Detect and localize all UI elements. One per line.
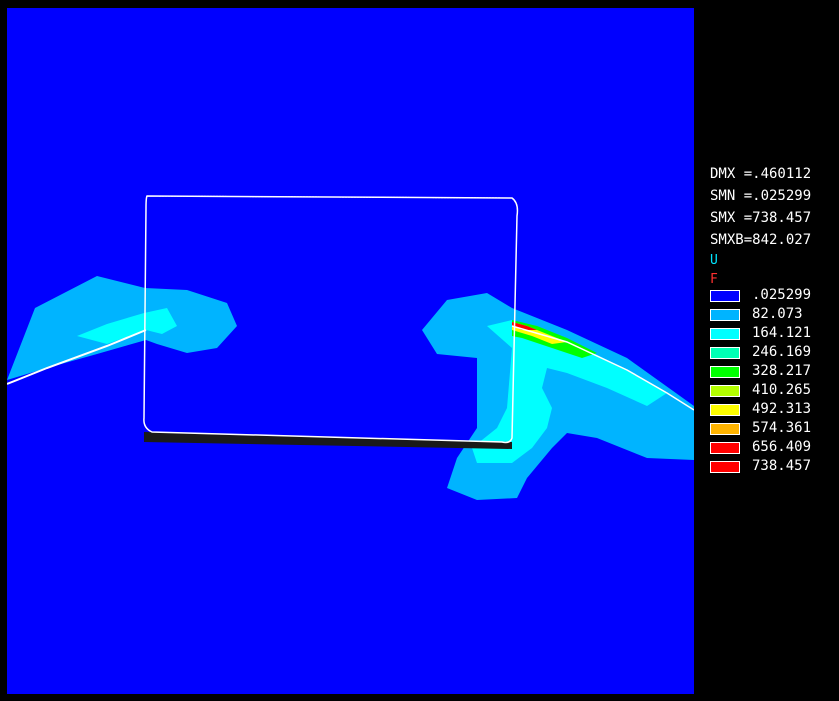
boundary-tag-u: U (710, 253, 718, 268)
legend-swatch (710, 442, 740, 454)
legend-swatch (710, 423, 740, 435)
legend-value: 164.121 (752, 325, 812, 341)
plot-viewport[interactable] (7, 8, 694, 694)
boundary-tag-f: F (710, 272, 718, 287)
legend-row: 410.265 (710, 382, 838, 400)
info-panel: DMX =.460112 SMN =.025299 SMX =738.457 S… (700, 8, 839, 694)
legend-row: 492.313 (710, 401, 838, 419)
legend-swatch (710, 461, 740, 473)
stat-smn: SMN =.025299 (710, 188, 812, 204)
legend-value: 328.217 (752, 363, 812, 379)
legend-value: 82.073 (752, 306, 803, 322)
legend-row: 738.457 (710, 458, 838, 476)
stat-smxb: SMXB=842.027 (710, 232, 812, 248)
stat-smx: SMX =738.457 (710, 210, 812, 226)
legend-row: 246.169 (710, 344, 838, 362)
legend-swatch (710, 347, 740, 359)
legend-row: 656.409 (710, 439, 838, 457)
contour-plot (7, 195, 694, 500)
legend-swatch (710, 404, 740, 416)
legend-swatch (710, 290, 740, 302)
legend-row: 574.361 (710, 420, 838, 438)
legend-swatch (710, 309, 740, 321)
legend-value: 574.361 (752, 420, 812, 436)
legend-value: 738.457 (752, 458, 812, 474)
legend-value: 410.265 (752, 382, 812, 398)
legend-swatch (710, 328, 740, 340)
legend-row: .025299 (710, 287, 838, 305)
legend-value: .025299 (752, 287, 812, 303)
legend-swatch (710, 385, 740, 397)
legend-value: 492.313 (752, 401, 812, 417)
legend-row: 328.217 (710, 363, 838, 381)
legend-value: 246.169 (752, 344, 812, 360)
legend-row: 164.121 (710, 325, 838, 343)
legend-swatch (710, 366, 740, 378)
legend-row: 82.073 (710, 306, 838, 324)
legend-value: 656.409 (752, 439, 812, 455)
stat-dmx: DMX =.460112 (710, 166, 812, 182)
